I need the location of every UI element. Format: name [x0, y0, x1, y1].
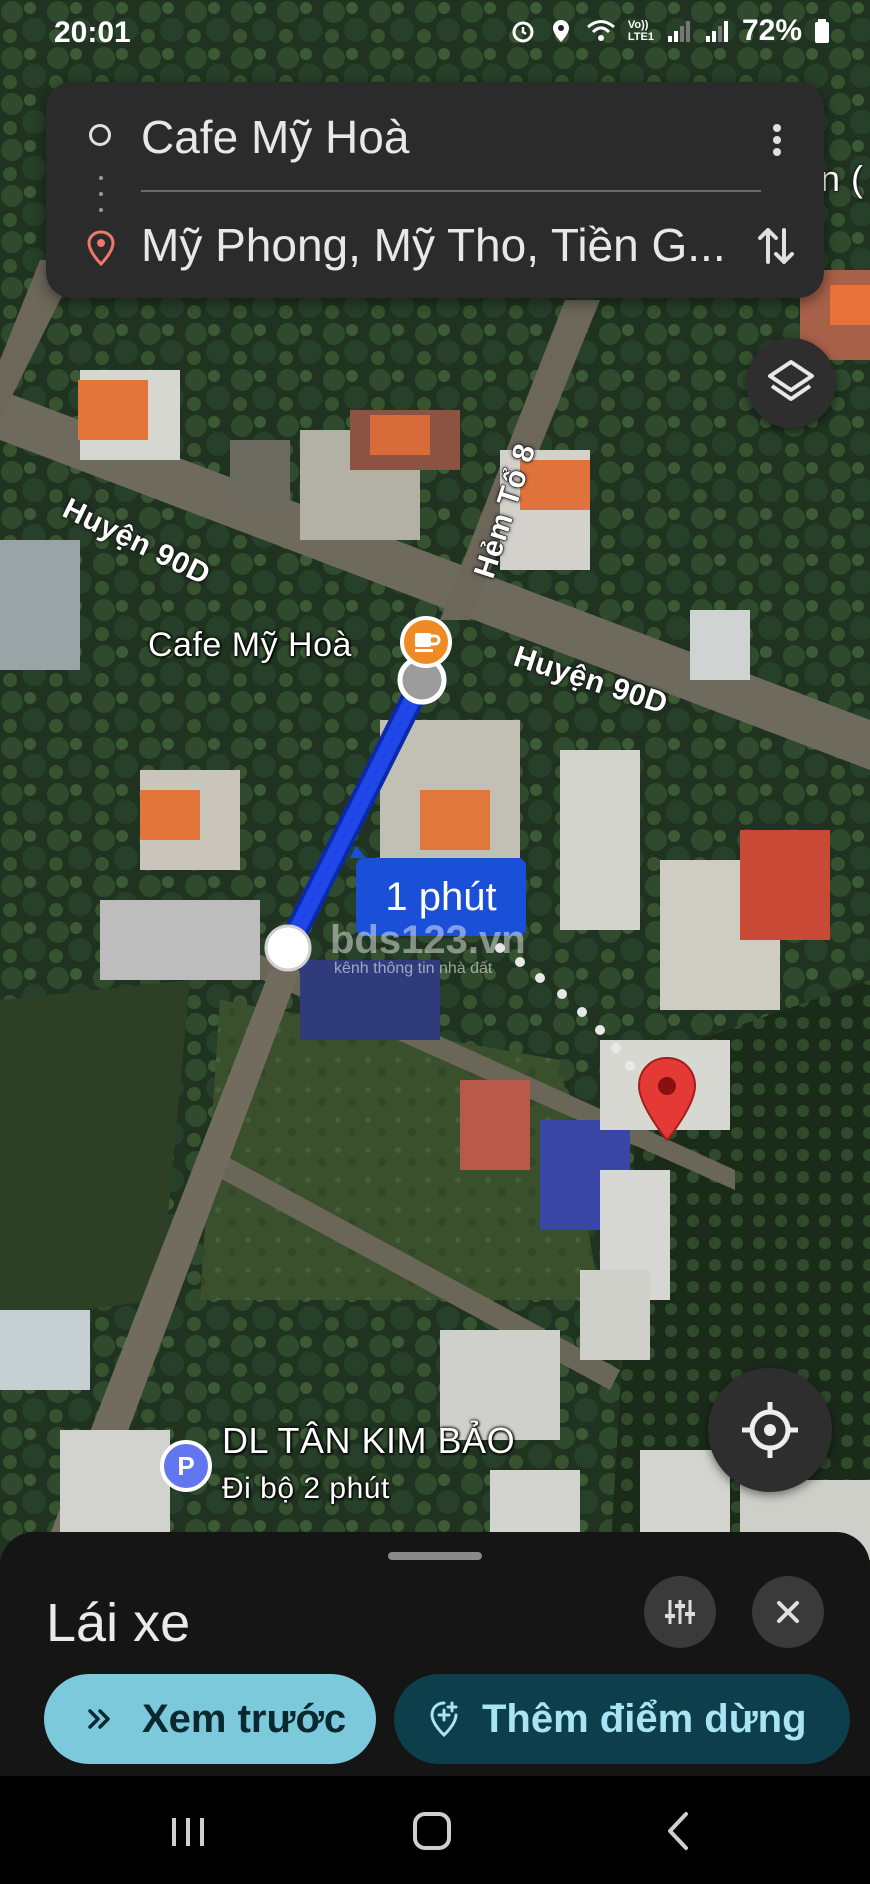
volte-indicator: Vo)) LTE1 [628, 19, 654, 43]
destination-pin-outline-icon [87, 230, 115, 266]
layers-icon [768, 360, 814, 401]
my-location-icon [742, 1402, 798, 1458]
double-chevron-icon [88, 1709, 110, 1729]
close-button[interactable] [752, 1576, 824, 1648]
layers-button[interactable] [746, 338, 836, 428]
watermark-main: bds123.vn [330, 918, 526, 962]
system-nav-bar [0, 1776, 870, 1884]
recents-icon[interactable] [158, 1806, 218, 1856]
home-icon[interactable] [402, 1806, 462, 1856]
parking-walk-time: Đi bộ 2 phút [222, 1472, 390, 1505]
directions-sheet: Lái xe Xem trước Thêm điểm dừng [0, 1532, 870, 1776]
add-stop-label: Thêm điểm dừng [482, 1696, 807, 1741]
add-location-icon [430, 1701, 458, 1738]
volte-label: Vo)) [627, 19, 649, 31]
battery-icon [815, 19, 829, 43]
origin-field[interactable]: Cafe Mỹ Hoà [141, 110, 761, 164]
route-connector-dots [99, 176, 103, 212]
poi-label-cafe[interactable]: Cafe Mỹ Hoà [148, 626, 352, 665]
close-icon [777, 1601, 799, 1623]
destination-pin-icon[interactable] [636, 1056, 698, 1142]
route-card: Cafe Mỹ Hoà Mỹ Phong, Mỹ Tho, Tiền G... [46, 82, 824, 298]
parking-icon[interactable]: P [160, 1440, 212, 1492]
signal-icon-2 [705, 21, 728, 42]
my-location-button[interactable] [708, 1368, 832, 1492]
edge-road-label: n ( [820, 158, 864, 200]
watermark-sub: kênh thông tin nhà đất [334, 960, 493, 977]
swap-icon[interactable] [756, 222, 796, 270]
more-vert-icon[interactable] [762, 120, 792, 160]
location-icon [552, 20, 569, 42]
cafe-icon[interactable] [400, 616, 452, 668]
parking-name[interactable]: DL TÂN KIM BẢO [222, 1420, 515, 1462]
origin-circle-icon [89, 124, 111, 146]
battery-percent: 72% [741, 14, 802, 47]
signal-icon [667, 21, 690, 42]
tune-icon [665, 1600, 695, 1624]
travel-mode-title: Lái xe [46, 1593, 191, 1653]
sheet-grabber[interactable] [388, 1552, 482, 1560]
preview-label: Xem trước [142, 1696, 347, 1741]
destination-field[interactable]: Mỹ Phong, Mỹ Tho, Tiền G... [141, 218, 761, 272]
alarm-icon [512, 21, 534, 43]
status-bar: 20:01 Vo)) LTE1 72% [0, 0, 870, 70]
preview-button[interactable]: Xem trước [44, 1674, 376, 1764]
status-time: 20:01 [54, 16, 131, 49]
lte-label: LTE1 [627, 31, 654, 43]
back-icon[interactable] [648, 1806, 708, 1856]
add-stop-button[interactable]: Thêm điểm dừng [394, 1674, 850, 1764]
route-duration-label: 1 phút [385, 874, 497, 919]
divider [141, 190, 761, 192]
route-options-button[interactable] [644, 1576, 716, 1648]
wifi-icon [586, 20, 615, 41]
parking-icon-letter: P [177, 1450, 195, 1481]
